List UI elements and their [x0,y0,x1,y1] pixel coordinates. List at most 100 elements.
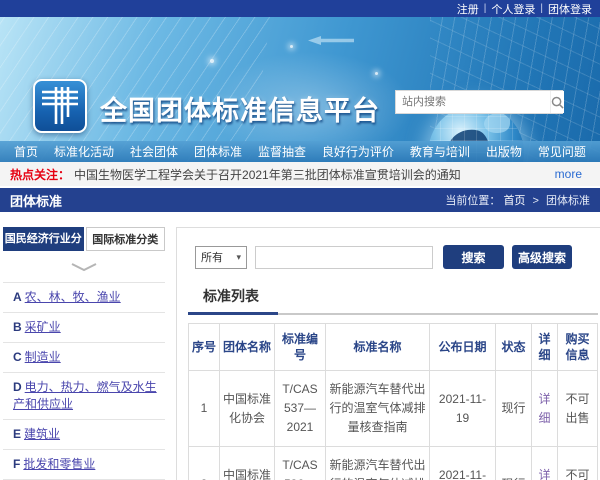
cell-status: 现行 [495,370,532,447]
cell-no: 2 [188,446,220,480]
title-underline [188,312,598,315]
tab-national-economy-classification[interactable]: 国民经济行业分类 [3,227,84,269]
breadcrumb: 当前位置： 首页 > 团体标准 [445,192,590,208]
nav-item-home[interactable]: 首页 [14,143,38,160]
content-area: 国民经济行业分类 国际标准分类 A 农、林、牧、渔业 B 采矿业 C 制造业 D… [0,212,600,480]
hot-news-bar: 热点关注： 中国生物医学工程学会关于召开2021年第三批团体标准宣贯培训会的通知… [0,162,600,186]
breadcrumb-separator: > [532,195,539,207]
category-code: F [13,457,21,471]
more-link[interactable]: more [555,167,582,181]
register-link[interactable]: 注册 [457,1,479,17]
keyword-input[interactable] [255,245,433,269]
cell-detail: 详细 [531,446,558,480]
standards-list-title: 标准列表 [203,288,259,304]
col-header-name: 标准名称 [325,323,430,371]
breadcrumb-home-link[interactable]: 首页 [503,195,525,207]
category-link[interactable]: 电力、热力、燃气及水生产和供应业 [13,380,157,411]
nav-item-good-behavior[interactable]: 良好行为评价 [322,143,394,160]
col-header-detail: 详细 [531,323,558,371]
category-link[interactable]: 采矿业 [25,320,61,334]
cell-name: 新能源汽车替代出行的温室气体减排量评估技术规范 [325,446,430,480]
advanced-search-button[interactable]: 高级搜索 [512,245,572,269]
category-select[interactable]: 所有 ▾ [195,245,247,269]
category-link[interactable]: 批发和零售业 [23,457,95,471]
nav-item-social-groups[interactable]: 社会团体 [130,143,178,160]
personal-login-link[interactable]: 个人登录 [491,1,535,17]
hot-news-label: 热点关注： [10,167,71,182]
site-search-box [395,90,564,114]
col-header-org: 团体名称 [219,323,275,371]
category-link[interactable]: 建筑业 [24,427,60,441]
chevron-down-icon: ▾ [236,251,241,262]
page-title: 团体标准 [10,193,63,209]
cell-code: T/CAS 537—2021 [274,370,326,447]
standards-table: 序号 团体名称 标准编号 标准名称 公布日期 状态 详细 购买信息 1 中国标准… [188,323,598,480]
cell-code: T/CAS 536—2021 [274,446,326,480]
category-select-value: 所有 [201,252,223,264]
detail-link[interactable]: 详细 [538,468,550,480]
breadcrumb-label: 当前位置： [445,195,501,207]
sidebar-tabs: 国民经济行业分类 国际标准分类 [3,227,165,269]
detail-link[interactable]: 详细 [538,392,550,425]
category-code: C [13,350,22,364]
category-link[interactable]: 制造业 [25,350,61,364]
search-button[interactable]: 搜索 [443,245,504,269]
site-search-button[interactable] [550,91,564,113]
cell-org: 中国标准化协会 [219,446,275,480]
nav-item-standardization-activities[interactable]: 标准化活动 [54,143,114,160]
topbar-separator: | [540,3,543,14]
standards-panel: 所有 ▾ 搜索 高级搜索 标准列表 序号 团体名称 标准编号 标准名称 公布日期… [176,227,600,480]
banner-spark [375,72,378,75]
group-login-link[interactable]: 团体登录 [548,1,592,17]
col-header-purchase: 购买信息 [557,323,598,371]
cell-detail: 详细 [531,370,558,447]
category-code: B [13,320,22,334]
header-banner: 全国团体标准信息平台 首页 标准化活动 社会团体 团体标准 监督抽查 良好行为评… [0,17,600,162]
search-icon [551,96,564,109]
category-link[interactable]: 农、林、牧、渔业 [25,290,121,304]
cell-date: 2021-11-19 [429,370,496,447]
col-header-status: 状态 [495,323,532,371]
col-header-date: 公布日期 [429,323,496,371]
chevron-down-icon [3,251,165,282]
page: 注册 | 个人登录 | 团体登录 全国团体标准信息平台 站内搜索 首页 标准化活… [0,0,600,480]
main-nav: 首页 标准化活动 社会团体 团体标准 监督抽查 良好行为评价 教育与培训 出版物… [0,141,600,162]
nav-item-faq[interactable]: 常见问题 [538,143,586,160]
category-code: E [13,427,22,441]
category-item-C[interactable]: C 制造业 [3,343,165,373]
category-code: A [13,290,22,304]
table-row: 1 中国标准化协会 T/CAS 537—2021 新能源汽车替代出行的温室气体减… [188,370,598,447]
col-header-no: 序号 [188,323,220,371]
category-sidebar: 国民经济行业分类 国际标准分类 A 农、林、牧、渔业 B 采矿业 C 制造业 D… [3,227,165,480]
cell-name: 新能源汽车替代出行的温室气体减排量核查指南 [325,370,430,447]
nav-item-education[interactable]: 教育与培训 [410,143,470,160]
nav-item-publications[interactable]: 出版物 [486,143,522,160]
cell-date: 2021-11-19 [429,446,496,480]
hot-news-headline-link[interactable]: 中国生物医学工程学会关于召开2021年第三批团体标准宣贯培训会的通知 [74,166,461,183]
category-code: D [13,380,22,394]
category-item-D[interactable]: D 电力、热力、燃气及水生产和供应业 [3,373,165,420]
cell-purchase: 不可出售 [557,370,598,447]
banner-spark [210,59,214,63]
banner-spark [290,45,293,48]
site-search-input[interactable] [396,91,550,113]
banner-arrow-decoration [308,36,354,45]
category-item-E[interactable]: E 建筑业 [3,420,165,450]
category-item-A[interactable]: A 农、林、牧、渔业 [3,283,165,313]
cell-no: 1 [188,370,220,447]
tab-international-classification[interactable]: 国际标准分类 [85,227,165,251]
breadcrumb-current: 团体标准 [546,195,590,207]
search-filter-row: 所有 ▾ 搜索 高级搜索 [188,245,598,269]
category-item-B[interactable]: B 采矿业 [3,313,165,343]
category-item-F[interactable]: F 批发和零售业 [3,450,165,480]
col-header-code: 标准编号 [274,323,326,371]
cell-purchase: 不可出售 [557,446,598,480]
cell-org: 中国标准化协会 [219,370,275,447]
nav-item-group-standards[interactable]: 团体标准 [194,143,242,160]
cell-status: 现行 [495,446,532,480]
nav-item-supervision[interactable]: 监督抽查 [258,143,306,160]
section-bar: 团体标准 当前位置： 首页 > 团体标准 [0,188,600,212]
topbar: 注册 | 个人登录 | 团体登录 [0,0,600,17]
topbar-separator: | [483,3,487,14]
site-logo [33,79,87,133]
